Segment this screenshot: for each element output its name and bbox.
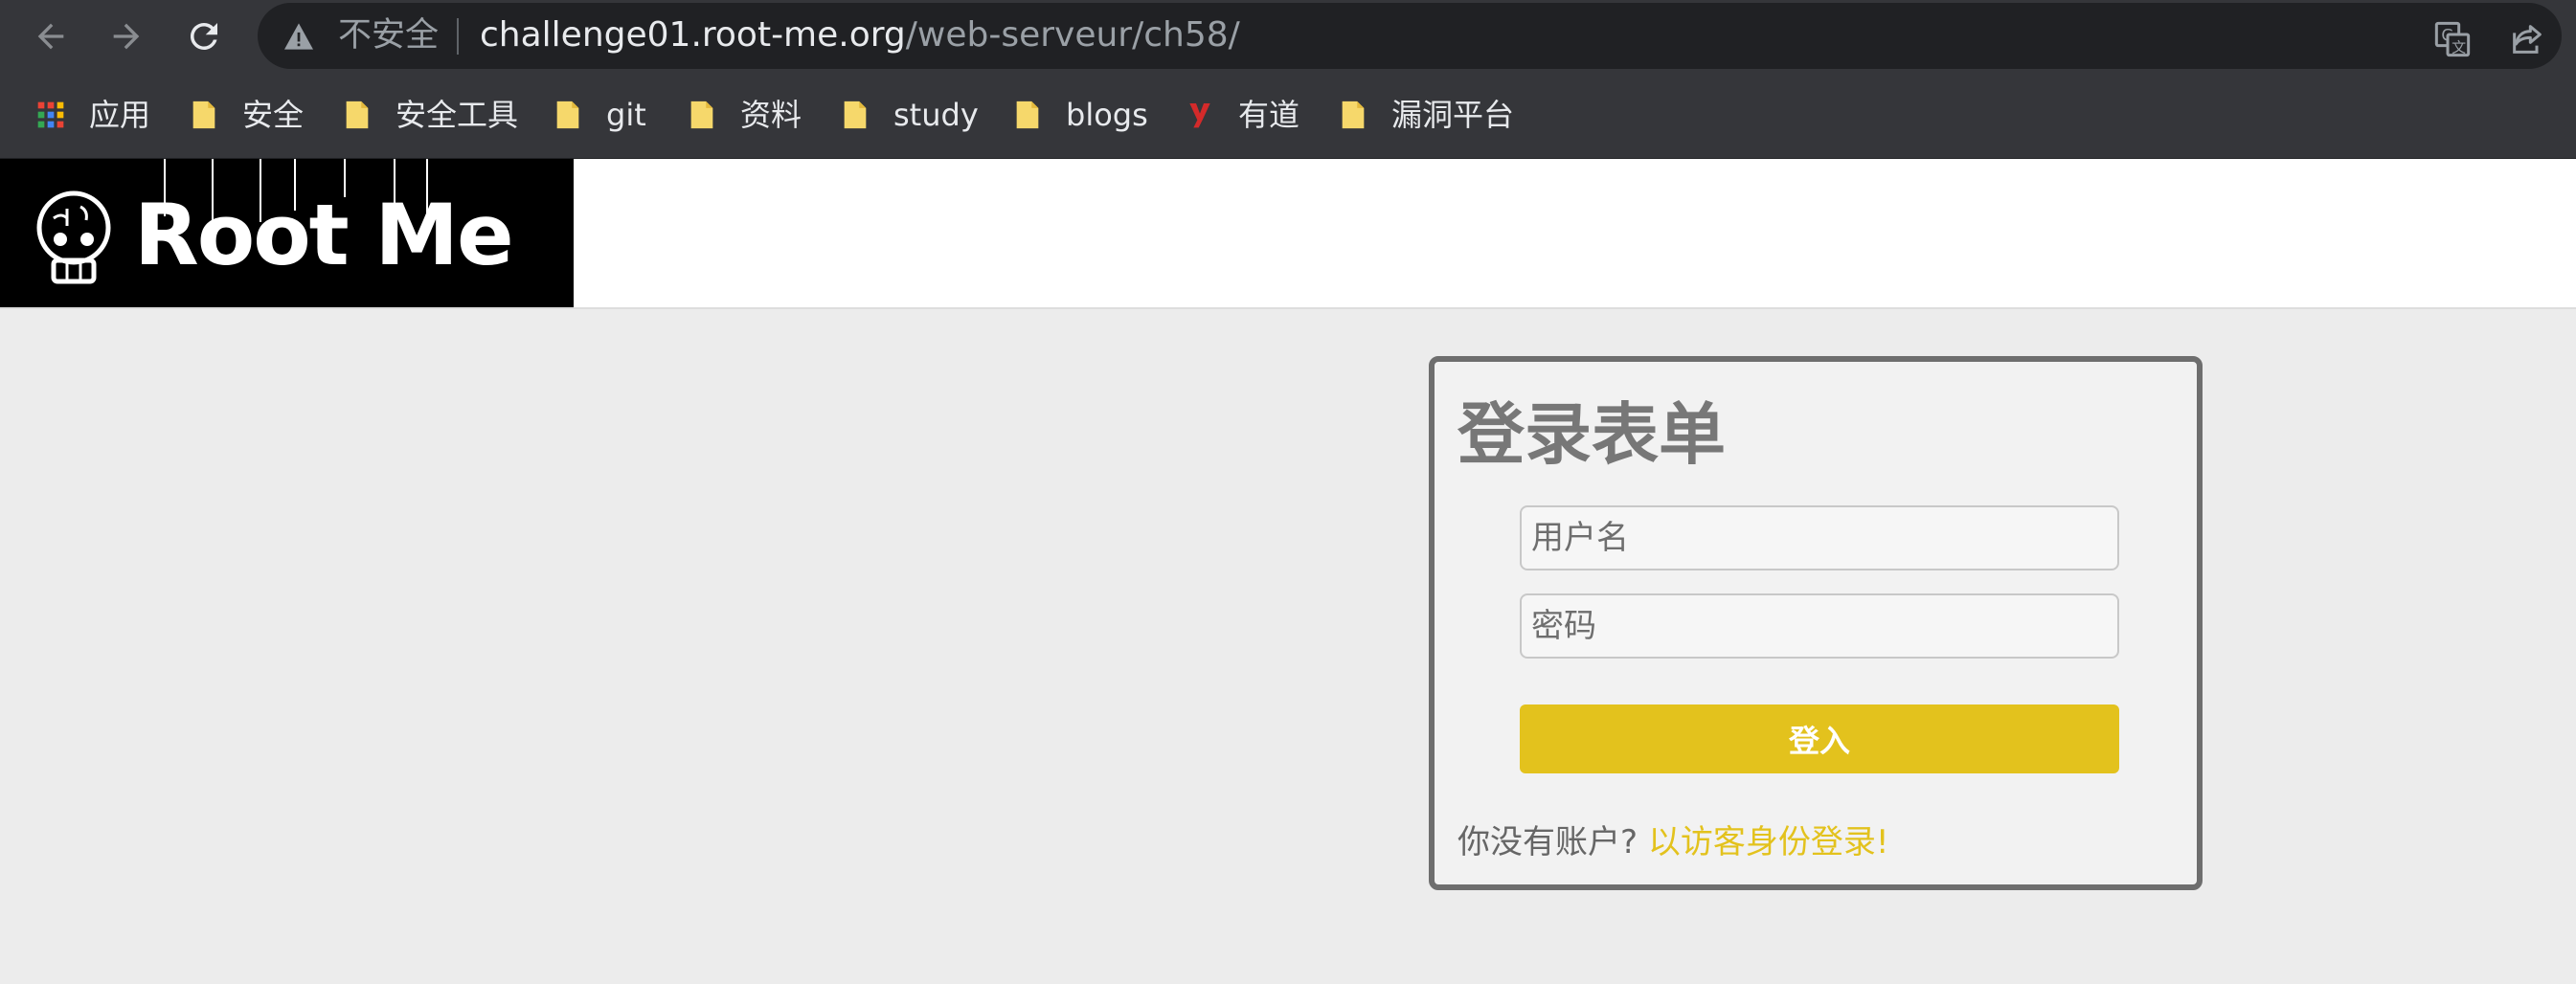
password-input[interactable] bbox=[1520, 593, 2119, 659]
guest-login-line: 你没有账户? 以访客身份登录! bbox=[1457, 821, 1889, 863]
folder-icon bbox=[192, 101, 215, 129]
address-bar[interactable]: 不安全 challenge01.root-me.org/web-serveur/… bbox=[258, 3, 2562, 69]
folder-icon bbox=[690, 101, 713, 129]
url-host: challenge01.root-me.org bbox=[480, 15, 906, 55]
bookmark-label: study bbox=[893, 97, 979, 133]
bookmark-apps[interactable]: 应用 bbox=[35, 93, 150, 137]
logo-wordmark: Root Me bbox=[134, 186, 514, 284]
bookmark-label: 应用 bbox=[89, 97, 151, 133]
folder-icon bbox=[556, 101, 579, 129]
bookmark-folder-study[interactable]: study bbox=[840, 93, 979, 137]
apps-grid-icon bbox=[37, 101, 64, 128]
bookmark-label: 安全工具 bbox=[395, 97, 519, 133]
root-me-logo[interactable]: Root Me bbox=[0, 159, 574, 307]
bookmark-folder-materials[interactable]: 资料 bbox=[687, 93, 802, 137]
no-account-text: 你没有账户? bbox=[1457, 823, 1638, 861]
url-text[interactable]: challenge01.root-me.org/web-serveur/ch58… bbox=[480, 15, 1240, 56]
folder-icon bbox=[1342, 101, 1365, 129]
bookmark-label: 资料 bbox=[740, 97, 802, 133]
bookmark-folder-vuln-platforms[interactable]: 漏洞平台 bbox=[1338, 93, 1514, 137]
share-icon[interactable] bbox=[2508, 20, 2546, 58]
svg-text:文: 文 bbox=[2452, 38, 2466, 56]
security-status-label[interactable]: 不安全 bbox=[338, 16, 439, 55]
bookmark-folder-security-tools[interactable]: 安全工具 bbox=[342, 93, 518, 137]
login-form-title: 登录表单 bbox=[1457, 395, 1726, 474]
bookmark-folder-git[interactable]: git bbox=[553, 93, 646, 137]
warning-icon[interactable] bbox=[282, 22, 315, 51]
bookmark-label: 安全 bbox=[242, 97, 305, 133]
bookmarks-bar: 应用 安全 安全工具 git 资料 study blogs 有道 漏洞平台 bbox=[0, 72, 2576, 159]
bookmark-label: blogs bbox=[1066, 97, 1148, 133]
url-path: /web-serveur/ch58/ bbox=[905, 15, 1240, 55]
bookmark-label: 有道 bbox=[1238, 97, 1300, 133]
arrow-left-icon bbox=[37, 23, 64, 50]
site-header: Root Me bbox=[0, 159, 2576, 309]
folder-icon bbox=[1016, 101, 1039, 129]
bookmark-folder-blogs[interactable]: blogs bbox=[1012, 93, 1148, 137]
login-form: 登录表单 登入 你没有账户? 以访客身份登录! bbox=[1429, 356, 2203, 890]
login-submit-button[interactable]: 登入 bbox=[1520, 704, 2119, 773]
youdao-icon bbox=[1189, 103, 1210, 128]
forward-button[interactable] bbox=[103, 13, 149, 59]
bookmark-label: 漏洞平台 bbox=[1391, 97, 1515, 133]
guest-login-link[interactable]: 以访客身份登录! bbox=[1648, 823, 1889, 861]
omnibox-divider bbox=[457, 18, 459, 55]
arrow-right-icon bbox=[113, 23, 140, 50]
translate-icon[interactable]: G 文 bbox=[2433, 20, 2472, 58]
reload-button[interactable] bbox=[181, 13, 227, 59]
bookmark-youdao[interactable]: 有道 bbox=[1185, 93, 1299, 137]
folder-icon bbox=[844, 101, 867, 129]
bookmark-label: git bbox=[606, 97, 646, 133]
browser-toolbar: 不安全 challenge01.root-me.org/web-serveur/… bbox=[0, 0, 2576, 72]
back-button[interactable] bbox=[28, 13, 74, 59]
bookmark-folder-security[interactable]: 安全 bbox=[189, 93, 304, 137]
reload-icon bbox=[190, 22, 217, 50]
username-input[interactable] bbox=[1520, 505, 2119, 570]
folder-icon bbox=[346, 101, 369, 129]
skull-logo-icon bbox=[36, 190, 111, 284]
